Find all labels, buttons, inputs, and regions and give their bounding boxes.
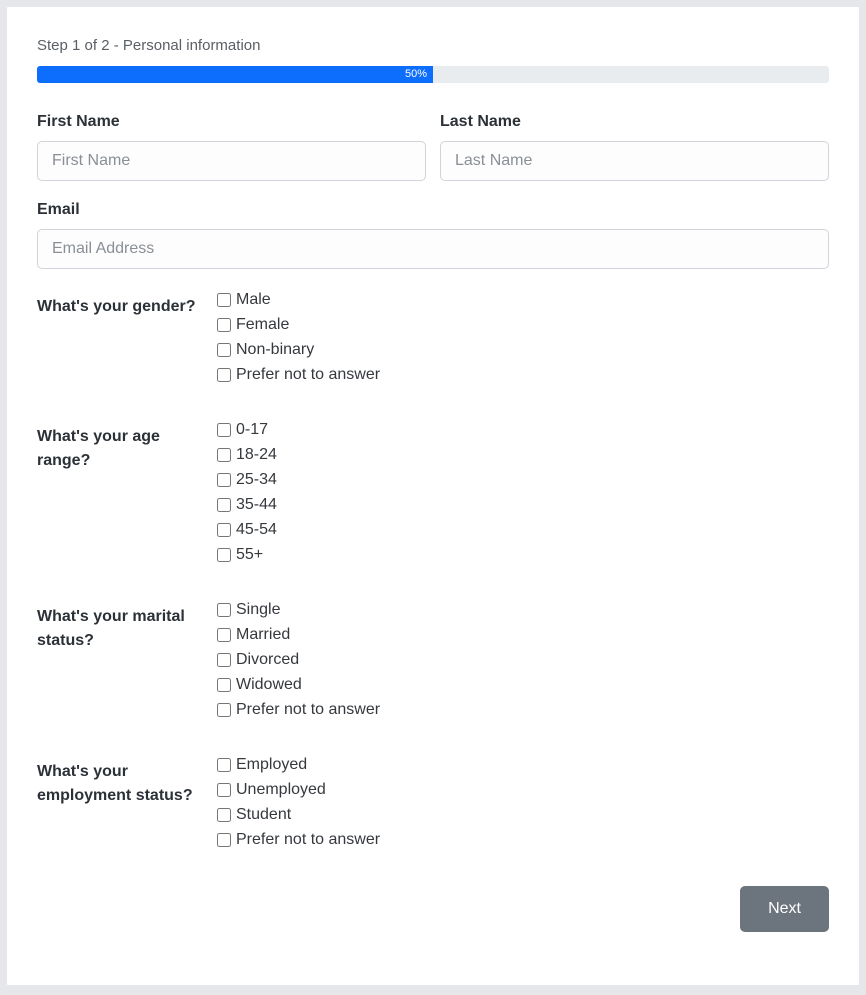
employment-option-label: Unemployed [236,781,326,799]
next-button[interactable]: Next [740,886,829,932]
marital-option-label: Single [236,601,280,619]
gender-option-checkbox[interactable] [217,343,231,357]
employment-option-checkbox[interactable] [217,758,231,772]
age-option-checkbox[interactable] [217,523,231,537]
marital-option-checkbox[interactable] [217,628,231,642]
employment-options: Employed Unemployed Student Prefer not to a… [217,756,829,856]
gender-question: What's your gender? Male Female Non-binary… [37,291,829,391]
progress-fill: 50% [37,66,433,83]
gender-option-checkbox[interactable] [217,368,231,382]
employment-option-label: Prefer not to answer [236,831,380,849]
first-name-label: First Name [37,113,426,131]
marital-option-checkbox[interactable] [217,653,231,667]
age-question: What's your age range? 0-17 18-24 25-34 35-… [37,421,829,571]
employment-question-label: What's your employment status? [37,756,217,808]
age-option-checkbox[interactable] [217,548,231,562]
step-indicator: Step 1 of 2 - Personal information [37,37,829,54]
age-option[interactable]: 55+ [217,546,829,564]
marital-option[interactable]: Prefer not to answer [217,701,829,719]
age-option-checkbox[interactable] [217,448,231,462]
age-option[interactable]: 25-34 [217,471,829,489]
employment-option[interactable]: Prefer not to answer [217,831,829,849]
form-card: Step 1 of 2 - Personal information 50% F… [6,6,860,986]
employment-question: What's your employment status? Employed U… [37,756,829,856]
gender-option-label: Prefer not to answer [236,366,380,384]
last-name-label: Last Name [440,113,829,131]
employment-option[interactable]: Student [217,806,829,824]
marital-option-checkbox[interactable] [217,703,231,717]
marital-option-checkbox[interactable] [217,603,231,617]
last-name-input[interactable] [440,141,829,181]
age-option-checkbox[interactable] [217,498,231,512]
age-option-label: 25-34 [236,471,277,489]
age-option-label: 35-44 [236,496,277,514]
age-option-label: 18-24 [236,446,277,464]
email-input[interactable] [37,229,829,269]
marital-option[interactable]: Widowed [217,676,829,694]
employment-option-label: Employed [236,756,307,774]
age-question-label: What's your age range? [37,421,217,473]
marital-option[interactable]: Married [217,626,829,644]
employment-option-checkbox[interactable] [217,833,231,847]
gender-option-checkbox[interactable] [217,318,231,332]
age-option[interactable]: 35-44 [217,496,829,514]
age-options: 0-17 18-24 25-34 35-44 45-54 55+ [217,421,829,571]
employment-option-checkbox[interactable] [217,808,231,822]
age-option-checkbox[interactable] [217,473,231,487]
marital-option-label: Married [236,626,290,644]
age-option[interactable]: 18-24 [217,446,829,464]
gender-options: Male Female Non-binary Prefer not to answer [217,291,829,391]
marital-options: Single Married Divorced Widowed Prefer not t… [217,601,829,726]
marital-option-checkbox[interactable] [217,678,231,692]
age-option-label: 45-54 [236,521,277,539]
marital-question-label: What's your marital status? [37,601,217,653]
age-option-label: 0-17 [236,421,268,439]
marital-option-label: Divorced [236,651,299,669]
gender-option-label: Female [236,316,289,334]
gender-option-label: Non-binary [236,341,314,359]
gender-question-label: What's your gender? [37,291,217,319]
age-option[interactable]: 0-17 [217,421,829,439]
age-option-checkbox[interactable] [217,423,231,437]
marital-option-label: Prefer not to answer [236,701,380,719]
first-name-input[interactable] [37,141,426,181]
marital-option-label: Widowed [236,676,302,694]
gender-option[interactable]: Female [217,316,829,334]
employment-option-checkbox[interactable] [217,783,231,797]
marital-option[interactable]: Single [217,601,829,619]
employment-option[interactable]: Employed [217,756,829,774]
progress-bar: 50% [37,66,829,83]
age-option[interactable]: 45-54 [217,521,829,539]
gender-option[interactable]: Male [217,291,829,309]
marital-option[interactable]: Divorced [217,651,829,669]
age-option-label: 55+ [236,546,263,564]
employment-option[interactable]: Unemployed [217,781,829,799]
marital-question: What's your marital status? Single Marrie… [37,601,829,726]
gender-option[interactable]: Prefer not to answer [217,366,829,384]
gender-option-label: Male [236,291,271,309]
gender-option-checkbox[interactable] [217,293,231,307]
email-label: Email [37,201,829,219]
employment-option-label: Student [236,806,291,824]
gender-option[interactable]: Non-binary [217,341,829,359]
